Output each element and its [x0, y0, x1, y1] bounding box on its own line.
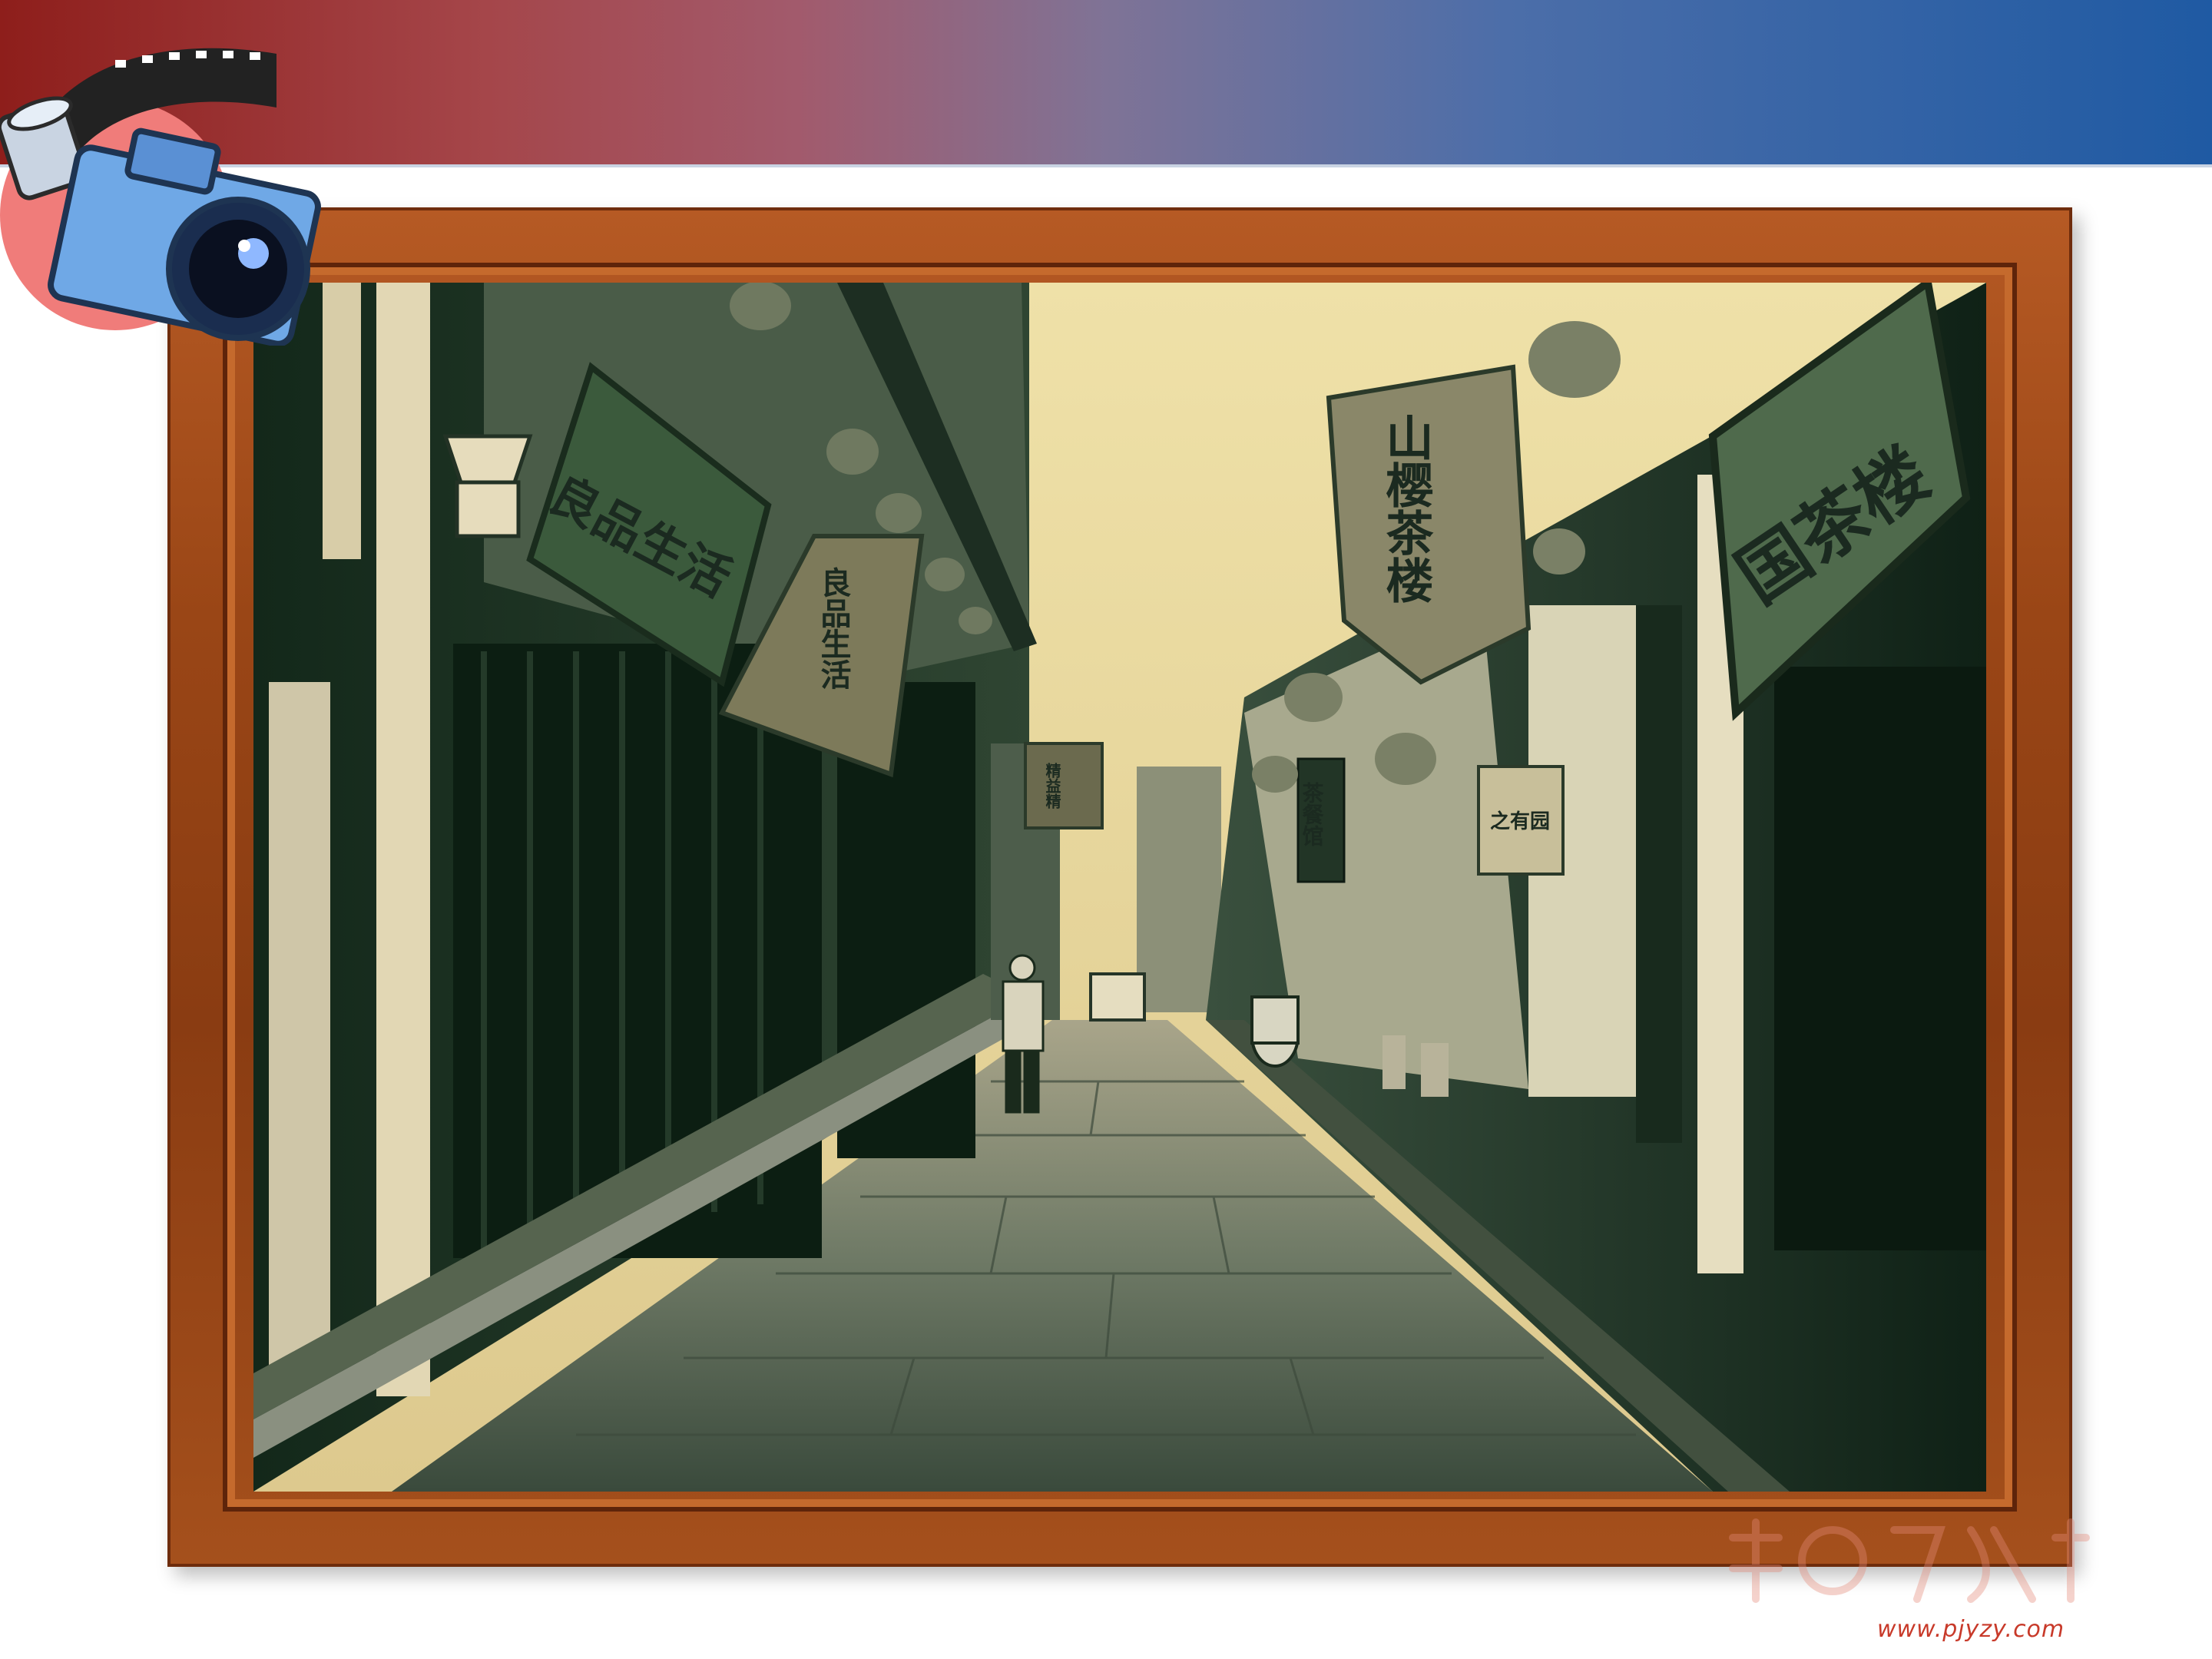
wall-lamp: [442, 434, 533, 538]
left-white-pillar-2: [376, 283, 430, 1396]
far-banner-text: 精益精: [1043, 762, 1061, 810]
distant-cart: [1089, 972, 1146, 1022]
far-banner: [1024, 742, 1104, 830]
street-scene-illustration: 良品生活 良品生活 精益精 国茶楼 山樱茶楼 茶餐馆 之有园: [253, 283, 1986, 1492]
scooter: [1250, 995, 1300, 1068]
right-banner-text: 山樱茶楼: [1378, 413, 1434, 604]
left-banner-text: 良品生活: [816, 567, 852, 690]
watermark-url: www.pjyzy.com: [1877, 1616, 2065, 1643]
right-doorway: [1774, 667, 1986, 1250]
picture-frame: 良品生活 良品生活 精益精 国茶楼 山樱茶楼 茶餐馆 之有园: [167, 207, 2072, 1567]
camera-icon: [0, 48, 321, 346]
street-photo: 良品生活 良品生活 精益精 国茶楼 山樱茶楼 茶餐馆 之有园: [253, 283, 1986, 1492]
banner-divider: [0, 164, 2212, 167]
small-sign-text: 之有园: [1490, 810, 1550, 833]
tea-sign-text: 茶餐馆: [1300, 782, 1325, 847]
slide: 良品生活 良品生活 精益精 国茶楼 山樱茶楼 茶餐馆 之有园 www.pjyzy…: [0, 0, 2212, 1659]
right-dark-pillar: [1636, 605, 1682, 1143]
watermark-logo: [1729, 1518, 2090, 1603]
header-gradient-banner: [0, 0, 2212, 164]
left-white-pillar: [269, 682, 330, 1373]
far-buildings-right: [1137, 767, 1221, 1012]
